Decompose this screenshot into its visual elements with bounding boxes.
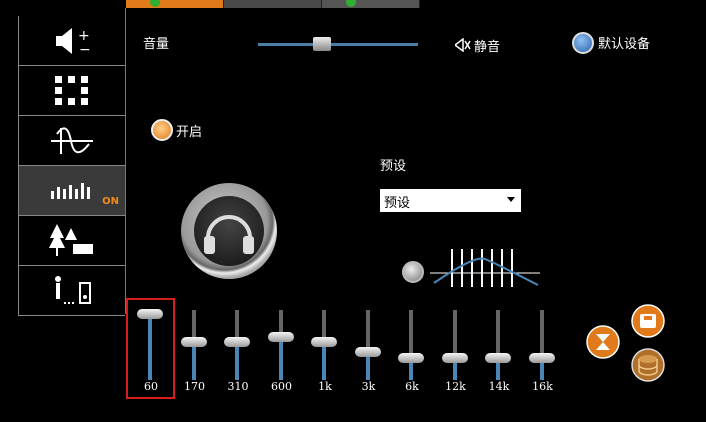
- eq-slider-fill: [322, 341, 326, 380]
- checkmark-icon: [346, 0, 356, 7]
- equalizer-icon: [51, 182, 90, 199]
- eq-band-60[interactable]: 60: [131, 306, 171, 396]
- volume-slider-knob[interactable]: [313, 37, 331, 51]
- eq-slider-fill: [235, 341, 239, 380]
- default-device-radio[interactable]: [572, 32, 594, 54]
- eq-slider-fill: [191, 341, 196, 380]
- top-tab-strip: [126, 0, 420, 8]
- sidebar-item-room[interactable]: [18, 266, 125, 316]
- eq-band-label: 310: [227, 380, 249, 393]
- eq-band-1k[interactable]: 1k: [305, 306, 345, 396]
- eq-band-6k[interactable]: 6k: [392, 306, 432, 396]
- sidebar-item-environment[interactable]: [18, 216, 125, 266]
- mute-label[interactable]: 静音: [474, 36, 500, 55]
- eq-band-600[interactable]: 600: [262, 306, 302, 396]
- eq-slider-knob[interactable]: [137, 308, 163, 319]
- headphone-icon-bg: [194, 196, 264, 266]
- eq-band-16k[interactable]: 16k: [523, 306, 563, 396]
- eq-band-label: 16k: [532, 380, 553, 393]
- eq-band-310[interactable]: 310: [218, 306, 258, 396]
- headphone-button[interactable]: [181, 183, 277, 279]
- svg-text:−: −: [79, 42, 91, 58]
- eq-slider-knob[interactable]: [224, 336, 250, 347]
- eq-band-12k[interactable]: 12k: [436, 306, 476, 396]
- eq-band-170[interactable]: 170: [175, 306, 215, 396]
- checkmark-icon: [150, 0, 160, 7]
- enable-radio[interactable]: [151, 119, 173, 141]
- eq-slider-knob[interactable]: [267, 331, 294, 342]
- eq-band-label: 170: [184, 380, 205, 393]
- eq-slider-fill: [278, 336, 283, 380]
- top-tab-2[interactable]: [224, 0, 322, 8]
- eq-band-14k[interactable]: 14k: [479, 306, 519, 396]
- eq-band-label: 1k: [318, 380, 332, 393]
- eq-band-label: 6k: [405, 380, 419, 393]
- load-preset-icon[interactable]: [631, 348, 665, 382]
- eq-band-label: 3k: [361, 380, 376, 393]
- eq-slider-knob[interactable]: [441, 352, 468, 363]
- eq-band-label: 600: [271, 380, 292, 393]
- eq-band-label: 12k: [445, 380, 466, 393]
- preset-label: 预设: [380, 159, 407, 174]
- headphones-icon: [204, 215, 254, 254]
- equalizer-status: ON: [102, 196, 119, 207]
- enable-label[interactable]: 开启: [176, 121, 202, 140]
- top-tab-1[interactable]: [126, 0, 224, 8]
- eq-band-label: 14k: [488, 380, 510, 393]
- top-tab-3[interactable]: [322, 0, 420, 8]
- eq-slider-knob[interactable]: [180, 336, 207, 347]
- speaker-config-icon: [55, 75, 88, 105]
- eq-slider-knob[interactable]: [398, 352, 424, 363]
- eq-band-3k[interactable]: 3k: [349, 306, 389, 396]
- eq-curve-radio[interactable]: [402, 261, 424, 283]
- eq-curve-icon: [430, 249, 540, 287]
- sidebar: + − ON: [18, 8, 126, 316]
- eq-slider-fill: [148, 313, 152, 380]
- sidebar-item-waveform[interactable]: [18, 116, 125, 166]
- sidebar-item-equalizer[interactable]: ON: [18, 166, 125, 216]
- sidebar-item-volume[interactable]: + −: [18, 16, 125, 66]
- chevron-down-icon: [507, 197, 515, 202]
- room-correction-icon: [55, 275, 91, 304]
- volume-slider[interactable]: [258, 43, 418, 46]
- eq-slider-knob[interactable]: [485, 352, 511, 363]
- mute-icon[interactable]: [455, 38, 471, 52]
- eq-band-label: 60: [144, 380, 158, 393]
- environment-icon: [49, 223, 93, 256]
- waveform-icon: [51, 126, 93, 154]
- reset-icon[interactable]: [586, 325, 620, 359]
- preset-selected-value: 预设: [384, 196, 411, 211]
- volume-label: 音量: [143, 37, 170, 52]
- sidebar-item-speakers[interactable]: [18, 66, 125, 116]
- speaker-volume-icon: + −: [56, 27, 91, 58]
- eq-slider-knob[interactable]: [354, 347, 381, 357]
- eq-slider-knob[interactable]: [528, 352, 555, 363]
- preset-dropdown[interactable]: 预设: [380, 189, 521, 212]
- default-device-label[interactable]: 默认设备: [598, 33, 650, 52]
- eq-slider-knob[interactable]: [311, 336, 337, 347]
- save-preset-icon[interactable]: [631, 304, 665, 338]
